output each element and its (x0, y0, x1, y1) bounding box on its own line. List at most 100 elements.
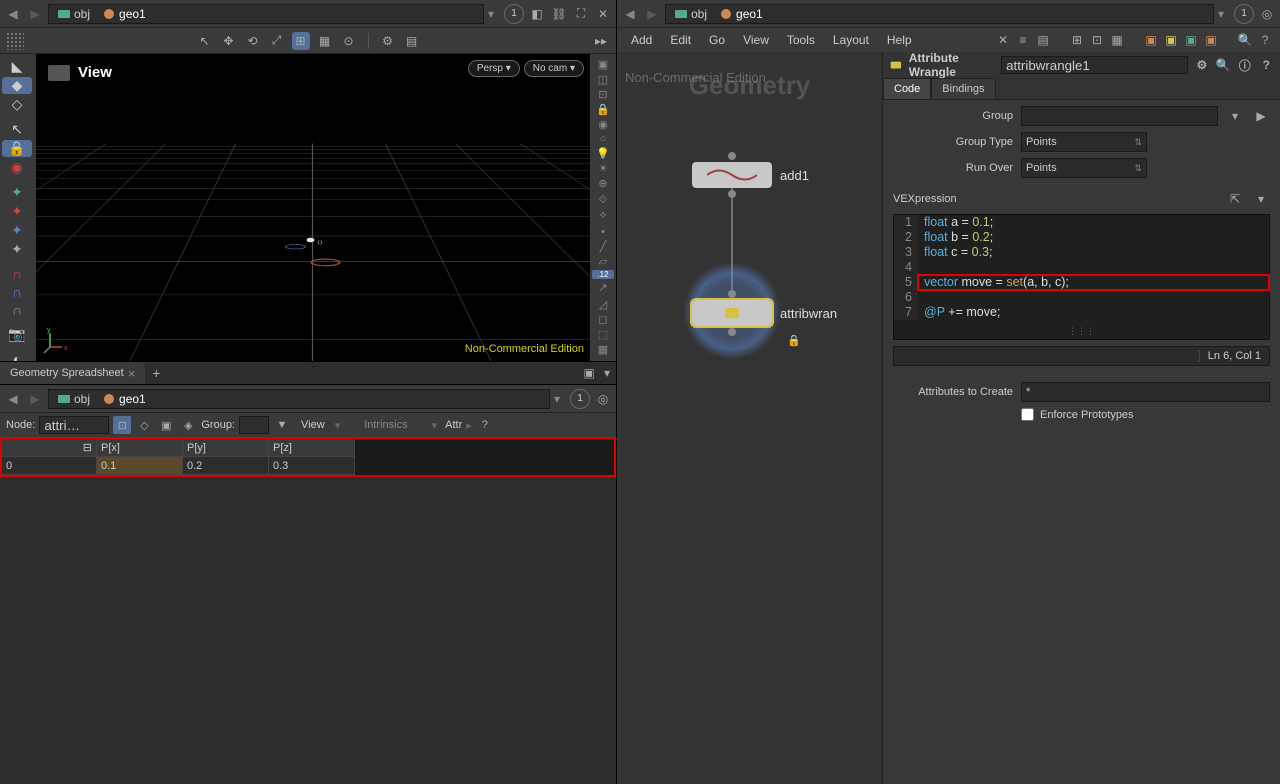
ss-path-dropdown[interactable]: ▾ (554, 392, 566, 406)
pointer-tool[interactable]: ↖ (2, 121, 32, 138)
cell-pz[interactable]: 0.3 (269, 457, 355, 475)
grid-icon[interactable]: ▦ (316, 32, 334, 50)
ss-nav-fwd[interactable]: ▶ (26, 390, 44, 408)
network-view[interactable]: Non-Commercial Edition Geometry add1 att… (617, 52, 882, 784)
light-icon[interactable]: 💡 (592, 147, 614, 160)
vex-menu-icon[interactable]: ▾ (1252, 190, 1270, 208)
net-tool-4[interactable]: ⊞ (1068, 31, 1086, 49)
net-tool-3[interactable]: ▤ (1034, 31, 1052, 49)
select-tool[interactable]: ◣ (2, 58, 32, 75)
cell-px[interactable]: 0.1 (97, 457, 183, 475)
transform-tool-2[interactable]: ✦ (2, 203, 32, 220)
attrs-input[interactable] (1021, 382, 1270, 402)
view-label[interactable]: View (295, 419, 331, 431)
camera-dropdown[interactable]: No cam ▾ (524, 60, 584, 77)
disp-9[interactable]: ◻ (592, 313, 614, 326)
link-icon[interactable]: ⛓ (550, 5, 568, 23)
close-pane-icon[interactable]: ✕ (594, 5, 612, 23)
col-py[interactable]: P[y] (183, 439, 269, 457)
ss-pin-icon[interactable]: ◎ (594, 390, 612, 408)
node-input[interactable] (39, 416, 109, 434)
ss-page-num[interactable]: 1 (570, 389, 590, 409)
grip-icon[interactable] (6, 32, 24, 50)
node-attribwrangle[interactable]: attribwran (692, 300, 837, 326)
disp-4[interactable]: ◉ (592, 118, 614, 131)
angle-icon[interactable]: ◿ (592, 298, 614, 311)
menu-layout[interactable]: Layout (825, 30, 877, 50)
runover-dropdown[interactable]: Points (1021, 158, 1147, 178)
magnet-blue-tool[interactable]: ∩ (2, 284, 32, 300)
nav-back[interactable]: ◀ (4, 5, 22, 23)
menu-add[interactable]: Add (623, 30, 660, 50)
net-tool-5[interactable]: ⊡ (1088, 31, 1106, 49)
disp-11[interactable]: ▦ (592, 343, 614, 356)
disp-6[interactable]: ⊕ (592, 177, 614, 190)
net-tool-6[interactable]: ▦ (1108, 31, 1126, 49)
net-tool-7[interactable]: ▣ (1142, 31, 1160, 49)
scale-tool-icon[interactable]: ⤢ (268, 32, 286, 50)
path-field-ss[interactable]: obj geo1 (48, 389, 550, 409)
help-icon[interactable]: ? (476, 416, 494, 434)
points-mode[interactable]: ⊡ (113, 416, 131, 434)
disp-2[interactable]: ◫ (592, 73, 614, 86)
op-name-input[interactable] (1001, 56, 1188, 74)
lock-tool[interactable]: 🔒 (2, 140, 32, 157)
row-idx[interactable]: 0 (2, 457, 97, 475)
net-tool-9[interactable]: ▣ (1182, 31, 1200, 49)
detail-mode[interactable]: ◈ (179, 416, 197, 434)
move-tool-icon[interactable]: ✥ (220, 32, 238, 50)
gear-param-icon[interactable]: ⚙ (1194, 56, 1209, 74)
enforce-checkbox[interactable] (1021, 408, 1034, 421)
camera-tool[interactable]: 📷 (2, 326, 32, 343)
node-tool-1[interactable]: ◉ (2, 159, 32, 176)
transform-tool-4[interactable]: ✦ (2, 241, 32, 258)
ss-nav-back[interactable]: ◀ (4, 390, 22, 408)
viewport-3d[interactable]: 0 View Persp ▾ No cam ▾ Non-Commercial E… (36, 54, 590, 361)
r-page-num[interactable]: 1 (1234, 4, 1254, 24)
intrinsics-label[interactable]: Intrinsics (344, 419, 427, 431)
net-tool-10[interactable]: ▣ (1202, 31, 1220, 49)
sun-icon[interactable]: ☀ (592, 162, 614, 175)
maximize-icon[interactable]: ⛶ (572, 5, 590, 23)
attr-label[interactable]: Attr (445, 419, 462, 431)
filter-icon[interactable]: ▼ (273, 416, 291, 434)
r-path-dropdown[interactable]: ▾ (1218, 7, 1230, 21)
bookmark-icon[interactable]: ◧ (528, 5, 546, 23)
menu-edit[interactable]: Edit (662, 30, 699, 50)
net-tool-2[interactable]: ≡ (1014, 31, 1032, 49)
group-menu-icon[interactable]: ▾ (1226, 107, 1244, 125)
close-tab-icon[interactable]: × (128, 366, 136, 381)
help-q-icon[interactable]: ? (1256, 31, 1274, 49)
tab-max-icon[interactable]: ▣ (580, 364, 598, 382)
disp-8[interactable]: ⟡ (592, 209, 614, 222)
lock-disp[interactable]: 🔒 (592, 103, 614, 116)
transform-tool-3[interactable]: ✦ (2, 222, 32, 239)
net-tool-8[interactable]: ▣ (1162, 31, 1180, 49)
nav-fwd[interactable]: ▶ (26, 5, 44, 23)
group-input[interactable] (239, 416, 269, 434)
disp-1[interactable]: ▣ (592, 58, 614, 71)
r-nav-fwd[interactable]: ▶ (643, 5, 661, 23)
tab-code[interactable]: Code (883, 78, 931, 99)
search-icon[interactable]: 🔍 (1236, 31, 1254, 49)
add-tab-button[interactable]: + (145, 365, 167, 381)
edge-icon[interactable]: ╱ (592, 240, 614, 253)
magnet-icon[interactable]: ⊙ (340, 32, 358, 50)
magnet-red-tool[interactable]: ∩ (2, 266, 32, 282)
col-px[interactable]: P[x] (97, 439, 183, 457)
gear-icon[interactable]: ⚙ (379, 32, 397, 50)
search-param-icon[interactable]: 🔍 (1216, 56, 1231, 74)
path-dropdown[interactable]: ▾ (488, 7, 500, 21)
dot-icon[interactable]: • (592, 226, 614, 238)
verts-mode[interactable]: ◇ (135, 416, 153, 434)
display-opts-icon[interactable]: ▤ (403, 32, 421, 50)
snap-icon[interactable]: ⊞ (292, 32, 310, 50)
cursor-tool-icon[interactable]: ↖ (196, 32, 214, 50)
net-tool-1[interactable]: ✕ (994, 31, 1012, 49)
node-add1[interactable]: add1 (692, 162, 809, 188)
menu-help[interactable]: Help (879, 30, 920, 50)
group-select-icon[interactable]: ▶ (1252, 107, 1270, 125)
grouptype-dropdown[interactable]: Points (1021, 132, 1147, 152)
select-contained-tool[interactable]: ◆ (2, 77, 32, 94)
menu-view[interactable]: View (735, 30, 777, 50)
